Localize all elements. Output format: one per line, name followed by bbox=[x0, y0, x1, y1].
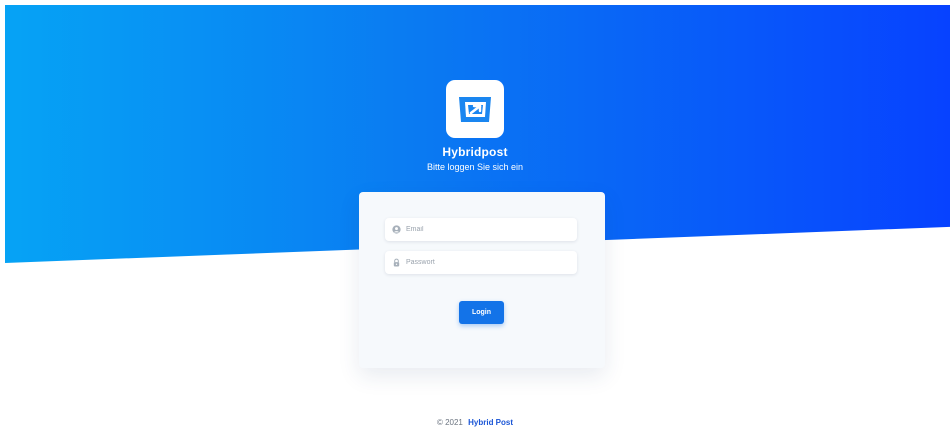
user-icon bbox=[392, 225, 401, 234]
login-subtitle: Bitte loggen Sie sich ein bbox=[426, 162, 524, 172]
login-page: Hybridpost Bitte loggen Sie sich ein Log… bbox=[0, 0, 950, 429]
login-button[interactable]: Login bbox=[459, 301, 504, 324]
login-card: Login bbox=[359, 192, 605, 368]
footer-hybrid-post-link[interactable]: Hybrid Post bbox=[468, 418, 513, 427]
copyright-text: © 2021 bbox=[436, 418, 463, 427]
brand-name: Hybridpost bbox=[442, 145, 508, 159]
app-logo bbox=[446, 80, 504, 138]
brand-header: Hybridpost Bitte loggen Sie sich ein bbox=[0, 80, 950, 172]
password-field[interactable] bbox=[385, 251, 577, 274]
email-field[interactable] bbox=[385, 218, 577, 241]
lock-icon bbox=[393, 258, 400, 267]
mail-arrow-icon bbox=[459, 97, 491, 122]
password-input[interactable] bbox=[406, 259, 566, 266]
email-input[interactable] bbox=[406, 226, 566, 233]
footer: © 2021 Hybrid Post bbox=[0, 418, 950, 427]
